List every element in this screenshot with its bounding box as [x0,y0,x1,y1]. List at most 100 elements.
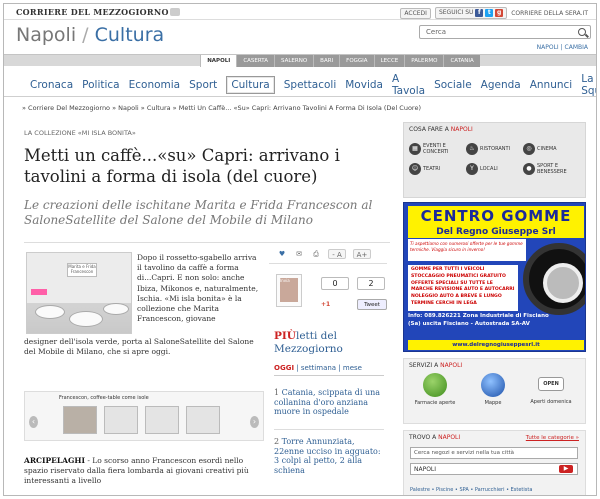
article-body-1: Dopo il rossetto-sgabello arriva il tavo… [137,253,259,324]
print-icon[interactable]: ⎙ [311,249,321,259]
cosa-eventi[interactable]: ▦ EVENTI E CONCERTI [409,143,466,155]
nav-economia[interactable]: Economia [129,79,181,91]
region-tab-salerno[interactable]: SALERNO [274,55,314,67]
font-smaller-button[interactable]: - A [328,248,346,259]
nav-politica[interactable]: Politica [82,79,119,91]
nav-annunci[interactable]: Annunci [530,79,573,91]
share-icon[interactable]: ♥ [277,249,287,259]
article-lead: ARCIPELAGHI - Lo scorso anno Francescon … [24,456,264,487]
cosa-cinema[interactable]: ◎ CINEMA [523,143,580,155]
search-input[interactable]: Cerca [419,25,591,39]
item-text: Catania, scippata di una collanina d'oro… [274,388,381,417]
region-tab-napoli[interactable]: NAPOLI [200,55,237,67]
gallery-thumb[interactable] [104,406,138,434]
servizi-city: NAPOLI [440,362,463,369]
region-tab-bari[interactable]: BARI [313,55,340,67]
go-icon[interactable]: ▶ [559,465,573,473]
nav-sport[interactable]: Sport [189,79,217,91]
nav-la-mia-squadra[interactable]: La mia Squadra [581,73,596,97]
sport-icon: ● [523,163,535,175]
change-city-link[interactable]: CAMBIA [565,44,588,51]
service-aperti-domenica[interactable]: OPEN Aperti domenica [526,373,576,405]
nav-a-tavola[interactable]: A Tavola [392,73,425,97]
cosa-locali[interactable]: Y LOCALI [466,163,523,175]
email-icon[interactable]: ✉ [294,249,304,259]
trovo-city: NAPOLI [438,434,461,441]
current-city: NAPOLI [536,44,559,51]
article-headline: Metti un caffè...«su» Capri: arrivano i … [24,146,340,186]
ad-subtitle: Del Regno Giuseppe Srl [408,226,584,238]
title-section[interactable]: Cultura [95,24,165,46]
article-kicker: LA COLLEZIONE «MI ISLA BONITA» [24,129,136,137]
google-plus-button[interactable]: +1 [321,301,330,308]
most-read-prefix: PIÙ [274,330,296,342]
cosa-locali-label: LOCALI [480,166,498,172]
photo-table [103,303,129,315]
most-read-item[interactable]: 1 Catania, scippata di una collanina d'o… [274,388,386,417]
city-input[interactable]: NAPOLI ▶ [410,463,578,475]
login-button[interactable]: ACCEDI [400,7,431,19]
service-mappe[interactable]: Mappe [468,373,518,406]
advertisement-banner[interactable]: CENTRO GOMME Del Regno Giuseppe Srl Ti a… [403,202,586,352]
browser-frame: CORRIERE DEL MEZZOGIORNO ACCEDI SEGUICI … [3,3,597,496]
gallery-thumb[interactable] [63,406,97,434]
ad-services-list: GOMME PER TUTTI I VEICOLI STOCCAGGIO PNE… [408,265,518,311]
gallery-thumb[interactable] [145,406,179,434]
nav-agenda[interactable]: Agenda [481,79,521,91]
cosa-sport-label: SPORT E BENESSERE [537,163,567,175]
region-tab-lecce[interactable]: LECCE [373,55,405,67]
theatre-icon: ☺ [409,163,421,175]
tyre-image [523,243,585,315]
facebook-icon[interactable]: f [475,9,484,17]
comment-count: 2 [357,277,385,290]
region-tab-catania[interactable]: CATANIA [443,55,480,67]
divider [274,429,384,430]
cosa-ristoranti[interactable]: ♨ RISTORANTI [466,143,523,155]
gallery-next-icon[interactable]: › [250,416,259,428]
servizi-box: SERVIZI A NAPOLI Farmacie aperte Mappe O… [403,358,586,424]
top-bar: CORRIERE DEL MEZZOGIORNO ACCEDI SEGUICI … [4,4,596,20]
corriere-sera-link[interactable]: CORRIERE DELLA SERA.IT [511,10,588,17]
nav-cultura[interactable]: Cultura [226,75,275,94]
tab-week[interactable]: settimana [301,364,336,372]
cosa-ristoranti-label: RISTORANTI [480,146,511,152]
nav-spettacoli[interactable]: Spettacoli [284,79,337,91]
region-tab-foggia[interactable]: FOGGIA [339,55,374,67]
search-icon[interactable] [578,28,586,36]
cosa-sport[interactable]: ● SPORT E BENESSERE [523,163,580,175]
font-bigger-button[interactable]: A+ [353,248,371,259]
region-tabs: NAPOLI CASERTA SALERNO BARI FOGGIA LECCE… [4,54,596,67]
gallery-thumb[interactable] [186,406,220,434]
film-icon: ◎ [523,143,535,155]
nav-sociale[interactable]: Sociale [434,79,472,91]
tweet-button[interactable]: Tweet [357,299,387,310]
nav-movida[interactable]: Movida [345,79,383,91]
service-farmacie[interactable]: Farmacie aperte [410,373,460,406]
page-title: Napoli / Cultura [16,24,164,46]
article-photo[interactable]: Marita e Frida Francescon [26,252,132,334]
google-plus-icon[interactable]: g [495,9,504,17]
all-categories-link[interactable]: Tutte le categorie » [526,435,579,441]
twitter-icon[interactable]: t [485,9,494,17]
most-read-item[interactable]: 2 Torre Annunziata, 22enne ucciso in agg… [274,437,386,475]
title-city[interactable]: Napoli [16,24,76,46]
category-links[interactable]: Palestre • Piscine • SPA • Parrucchieri … [410,487,532,493]
cosa-fare-heading: COSA FARE A NAPOLI [409,126,580,133]
tab-month[interactable]: mese [343,364,362,372]
breadcrumb[interactable]: » Corriere Del Mezzogiorno » Napoli » Cu… [22,104,421,112]
nav-cronaca[interactable]: Cronaca [30,79,73,91]
send-box[interactable]: Invia [276,274,302,307]
site-logo[interactable]: CORRIERE DEL MEZZOGIORNO [16,7,180,17]
region-tab-caserta[interactable]: CASERTA [236,55,274,67]
gallery-prev-icon[interactable]: ‹ [29,416,38,428]
cosa-cinema-label: CINEMA [537,146,557,152]
divider [274,375,384,376]
trovo-box: TROVO A NAPOLI Tutte le categorie » Cerc… [403,430,586,495]
tab-today[interactable]: OGGI [274,364,294,372]
item-number: 1 [274,388,280,397]
region-tab-palermo[interactable]: PALERMO [404,55,444,67]
map-icon [481,373,505,397]
business-search-input[interactable]: Cerca negozi e servizi nella tua città [410,447,578,459]
cosa-teatri[interactable]: ☺ TEATRI [409,163,466,175]
photo-accent [31,289,47,295]
